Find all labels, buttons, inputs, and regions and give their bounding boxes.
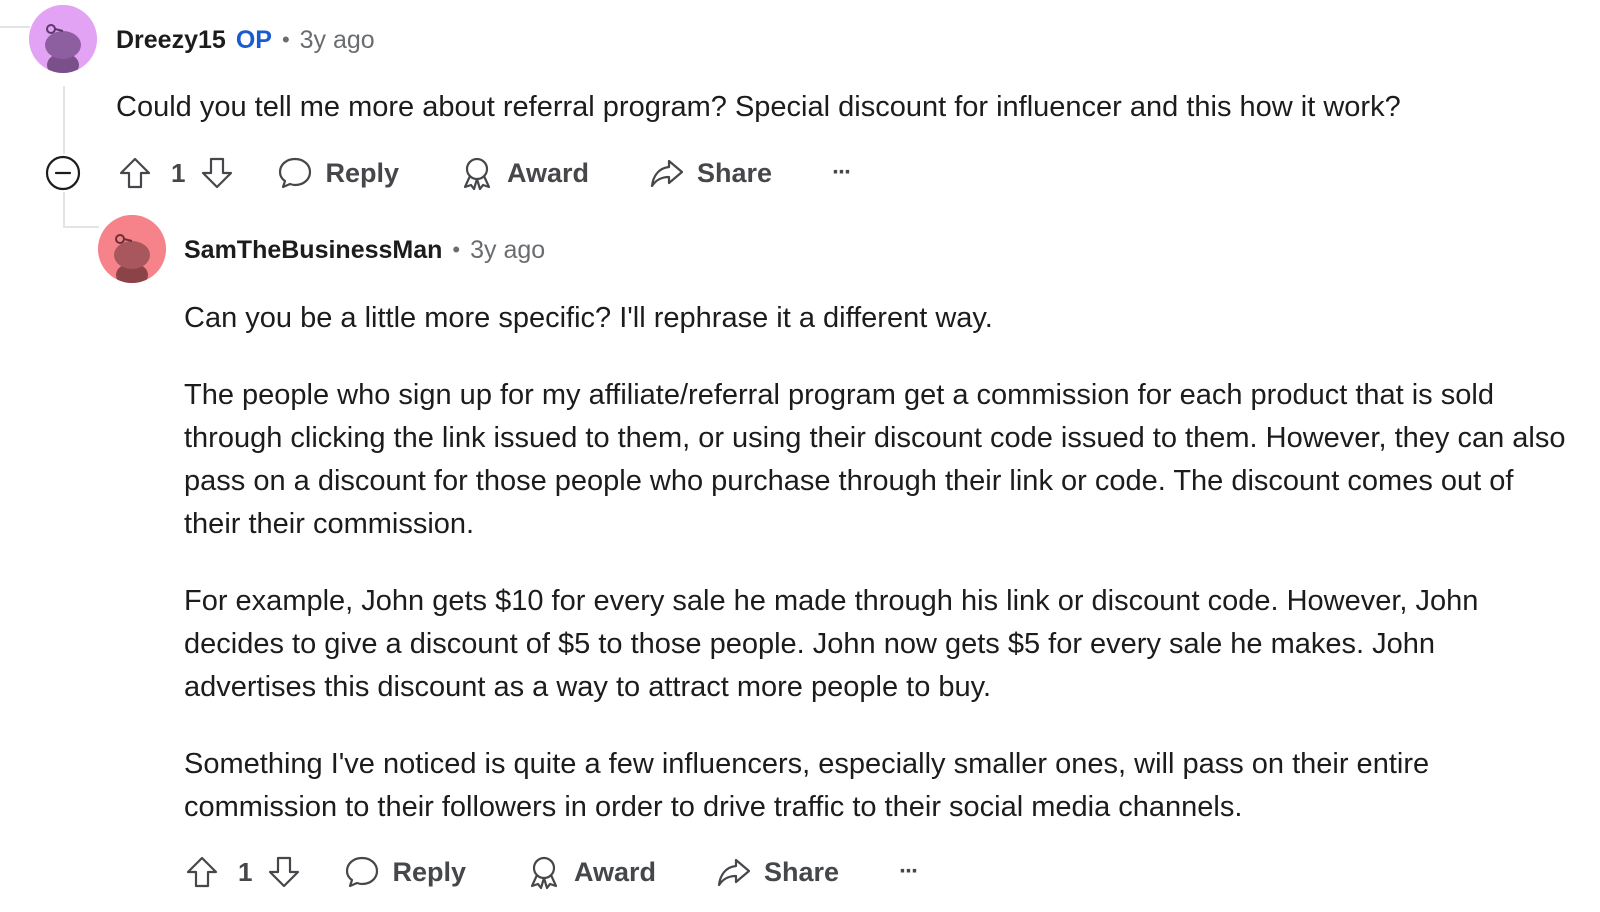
- avatar[interactable]: [29, 5, 97, 73]
- upvote-arrow-icon: [186, 856, 218, 888]
- award-label: Award: [574, 856, 657, 887]
- share-button[interactable]: Share: [716, 854, 839, 890]
- downvote-button[interactable]: [199, 155, 235, 191]
- upvote-button[interactable]: [117, 155, 153, 191]
- thread-line-parent: [63, 86, 65, 154]
- snoo-avatar-icon: [29, 5, 97, 73]
- award-button[interactable]: Award: [526, 854, 656, 890]
- award-ribbon-icon: [530, 856, 558, 890]
- meta-separator: •: [281, 27, 290, 52]
- timestamp[interactable]: 3y ago: [300, 26, 375, 55]
- more-options-button[interactable]: ···: [899, 858, 919, 886]
- upvote-button[interactable]: [184, 854, 220, 890]
- reply-bubble-icon: [346, 856, 379, 888]
- downvote-button[interactable]: [266, 854, 302, 890]
- collapse-minus-icon: [45, 155, 81, 191]
- share-button[interactable]: Share: [649, 155, 772, 191]
- more-options-icon: ···: [899, 858, 919, 885]
- comment-actions: 1 Reply Award Share ···: [45, 151, 852, 195]
- comment-body: Could you tell me more about referral pr…: [116, 86, 1566, 129]
- comment-header: Dreezy15 OP • 3y ago: [116, 22, 375, 58]
- comment-paragraph: For example, John gets $10 for every sal…: [184, 585, 1479, 703]
- author-name[interactable]: Dreezy15: [116, 26, 226, 55]
- thread-line-parent-lower: [63, 192, 65, 228]
- reply-button[interactable]: Reply: [344, 854, 466, 890]
- thread-line-elbow: [63, 226, 99, 228]
- comment-paragraph: Something I've noticed is quite a few in…: [184, 748, 1430, 823]
- snoo-avatar-icon: [98, 215, 166, 283]
- reply-button[interactable]: Reply: [277, 155, 399, 191]
- reply-bubble-icon: [279, 157, 312, 189]
- comment-paragraph: Can you be a little more specific? I'll …: [184, 302, 993, 334]
- avatar[interactable]: [98, 215, 166, 283]
- downvote-arrow-icon: [269, 856, 300, 888]
- downvote-arrow-icon: [202, 157, 233, 189]
- comment-paragraph: The people who sign up for my affiliate/…: [184, 379, 1566, 540]
- comment-paragraph: Could you tell me more about referral pr…: [116, 91, 1401, 123]
- comment-body: Can you be a little more specific? I'll …: [184, 297, 1574, 829]
- award-ribbon-icon: [463, 157, 491, 191]
- meta-separator: •: [452, 237, 461, 262]
- share-label: Share: [697, 157, 773, 188]
- collapse-button[interactable]: [45, 155, 81, 191]
- award-button[interactable]: Award: [459, 155, 589, 191]
- reply-label: Reply: [325, 157, 399, 188]
- comment-header: SamTheBusinessMan • 3y ago: [184, 232, 545, 268]
- op-badge: OP: [235, 25, 272, 54]
- share-arrow-icon: [717, 858, 751, 887]
- share-arrow-icon: [650, 159, 684, 188]
- author-name[interactable]: SamTheBusinessMan: [184, 236, 442, 265]
- upvote-arrow-icon: [119, 157, 151, 189]
- more-options-button[interactable]: ···: [832, 159, 852, 187]
- vote-count: 1: [238, 856, 253, 887]
- comment-actions: 1 Reply Award Share ···: [184, 850, 919, 894]
- reply-label: Reply: [392, 856, 466, 887]
- more-options-icon: ···: [832, 159, 852, 186]
- timestamp[interactable]: 3y ago: [470, 236, 545, 265]
- thread-line-top: [0, 26, 30, 28]
- award-label: Award: [507, 157, 590, 188]
- share-label: Share: [764, 856, 840, 887]
- vote-count: 1: [171, 157, 186, 188]
